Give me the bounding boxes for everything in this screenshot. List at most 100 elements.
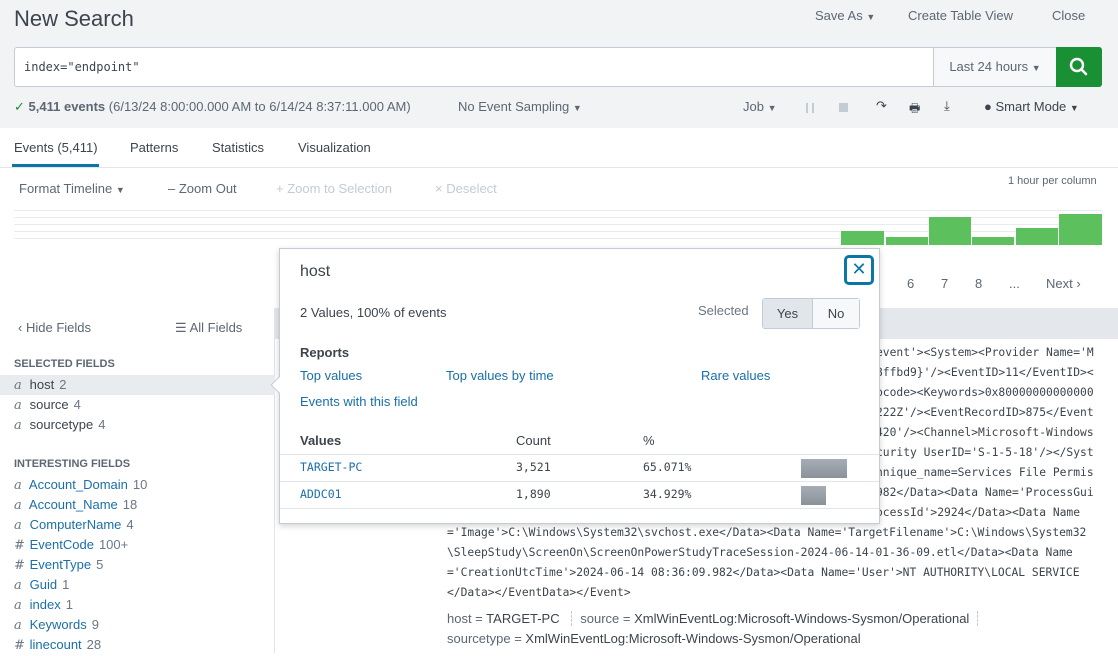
time-range-label: Last 24 hours (949, 59, 1029, 74)
field-keywords[interactable]: a Keywords 9 (0, 615, 275, 635)
field-source[interactable]: a source 4 (0, 395, 275, 415)
save-as-label: Save As (815, 8, 863, 23)
x-icon: × (435, 181, 443, 196)
export-icon[interactable]: ⤓ (944, 98, 950, 114)
page-6[interactable]: 6 (907, 276, 914, 291)
event-sampling-menu[interactable]: No Event Sampling ▼ (458, 99, 582, 114)
field-host[interactable]: a host 2 (0, 375, 275, 395)
rare-values-link[interactable]: Rare values (701, 368, 770, 383)
field-name: ComputerName (29, 517, 122, 532)
source-value[interactable]: XmlWinEventLog:Microsoft-Windows-Sysmon/… (634, 611, 969, 626)
number-type-icon: # (14, 638, 25, 653)
value-count: 1,890 (516, 487, 551, 501)
close-button[interactable]: Close (1052, 8, 1085, 23)
page-title: New Search (14, 6, 134, 31)
histogram-bar[interactable] (972, 237, 1014, 245)
histogram-bar[interactable] (1059, 214, 1102, 245)
field-guid[interactable]: a Guid 1 (0, 575, 275, 595)
gridline (14, 210, 1102, 211)
field-index[interactable]: a index 1 (0, 595, 275, 615)
event-raw-line: </Data></EventData></Event> (447, 586, 631, 599)
string-type-icon: a (14, 518, 22, 533)
zoom-to-selection-button[interactable]: + Zoom to Selection (276, 181, 392, 196)
search-input[interactable] (15, 48, 933, 86)
event-count-status: ✓ 5,411 events (6/13/24 8:00:00.000 AM t… (14, 99, 411, 115)
caret-down-icon: ▼ (572, 103, 582, 113)
histogram-bar[interactable] (841, 231, 884, 245)
events-with-field-link[interactable]: Events with this field (300, 394, 418, 409)
check-icon: ✓ (14, 99, 25, 114)
field-sourcetype[interactable]: a sourcetype 4 (0, 415, 275, 435)
field-linecount[interactable]: # linecount 28 (0, 635, 275, 655)
search-bar: Last 24 hours ▼ (14, 47, 1102, 87)
selected-no-button[interactable]: No (813, 299, 859, 328)
value-link[interactable]: ADDC01 (300, 487, 342, 501)
source-key: source = (580, 611, 631, 626)
page-ellipsis: ... (1009, 276, 1020, 291)
histogram-bar[interactable] (886, 237, 928, 245)
smart-mode-menu[interactable]: ● Smart Mode ▼ (984, 99, 1079, 114)
field-name: Account_Name (28, 497, 118, 512)
histogram-bar[interactable] (1016, 228, 1058, 245)
value-link[interactable]: TARGET-PC (300, 460, 362, 474)
close-popup-button[interactable]: ✕ (844, 255, 874, 285)
interesting-fields-heading: INTERESTING FIELDS (14, 458, 131, 470)
host-key: host = (447, 611, 483, 626)
host-value[interactable]: TARGET-PC (486, 611, 559, 626)
percent-bar (801, 459, 847, 478)
field-name: EventType (29, 557, 92, 572)
page-8[interactable]: 8 (975, 276, 982, 291)
next-page-button[interactable]: Next › (1046, 276, 1081, 291)
time-range-picker[interactable]: Last 24 hours ▼ (933, 48, 1056, 86)
save-as-menu[interactable]: Save As ▼ (815, 8, 875, 23)
histogram-bar[interactable] (929, 217, 971, 245)
share-icon[interactable]: ↷ (876, 98, 887, 114)
create-table-view-button[interactable]: Create Table View (908, 8, 1013, 23)
lightbulb-icon: ● (984, 99, 992, 114)
format-timeline-menu[interactable]: Format Timeline ▼ (19, 181, 125, 196)
event-raw-line: \SleepStudy\ScreenOn\ScreenOnPowerStudyT… (447, 546, 1073, 559)
pause-icon[interactable] (806, 103, 814, 113)
field-computername[interactable]: a ComputerName 4 (0, 515, 275, 535)
tab-patterns[interactable]: Patterns (130, 140, 178, 155)
string-type-icon: a (14, 618, 22, 633)
deselect-button[interactable]: × Deselect (435, 181, 497, 196)
top-values-by-time-link[interactable]: Top values by time (446, 368, 554, 383)
tab-events[interactable]: Events (5,411) (14, 140, 98, 155)
job-menu[interactable]: Job ▼ (743, 99, 777, 114)
tab-visualization[interactable]: Visualization (298, 140, 371, 155)
event-raw-line: 982</Data><Data Name='ProcessGui (876, 486, 1094, 499)
format-timeline-label: Format Timeline (19, 181, 113, 196)
job-label: Job (743, 99, 764, 114)
page-7[interactable]: 7 (941, 276, 948, 291)
sourcetype-value[interactable]: XmlWinEventLog:Microsoft-Windows-Sysmon/… (525, 631, 860, 646)
field-account-domain[interactable]: a Account_Domain 10 (0, 475, 275, 495)
chevron-right-icon: › (1076, 276, 1081, 291)
percent-column-header: % (643, 433, 655, 448)
value-row[interactable]: TARGET-PC 3,521 65.071% (280, 454, 879, 481)
percent-bar (801, 486, 826, 505)
stop-icon[interactable] (839, 103, 848, 112)
field-account-name[interactable]: a Account_Name 18 (0, 495, 275, 515)
print-icon[interactable]: 🖶 (909, 99, 920, 120)
event-raw-line: curity UserID='S-1-5-18'/></Syst (876, 446, 1094, 459)
zoom-out-button[interactable]: – Zoom Out (168, 181, 237, 196)
zoom-out-label: Zoom Out (178, 181, 237, 196)
selected-yes-button[interactable]: Yes (763, 299, 813, 328)
field-eventtype[interactable]: # EventType 5 (0, 555, 275, 575)
field-eventcode[interactable]: # EventCode 100+ (0, 535, 275, 555)
hide-fields-button[interactable]: ‹ Hide Fields (18, 320, 91, 335)
event-raw-line: event'><System><Provider Name='M (876, 346, 1094, 359)
number-type-icon: # (14, 538, 25, 553)
field-name: host (29, 377, 55, 392)
all-fields-button[interactable]: ☰ All Fields (175, 320, 242, 336)
event-count: 5,411 events (28, 99, 106, 114)
values-column-header: Values (300, 433, 342, 448)
search-button[interactable] (1056, 47, 1102, 87)
tab-statistics[interactable]: Statistics (212, 140, 264, 155)
top-values-link[interactable]: Top values (300, 368, 362, 383)
next-label: Next (1046, 276, 1073, 291)
sourcetype-key: sourcetype = (447, 631, 522, 646)
value-row[interactable]: ADDC01 1,890 34.929% (280, 481, 879, 508)
deselect-label: Deselect (446, 181, 497, 196)
